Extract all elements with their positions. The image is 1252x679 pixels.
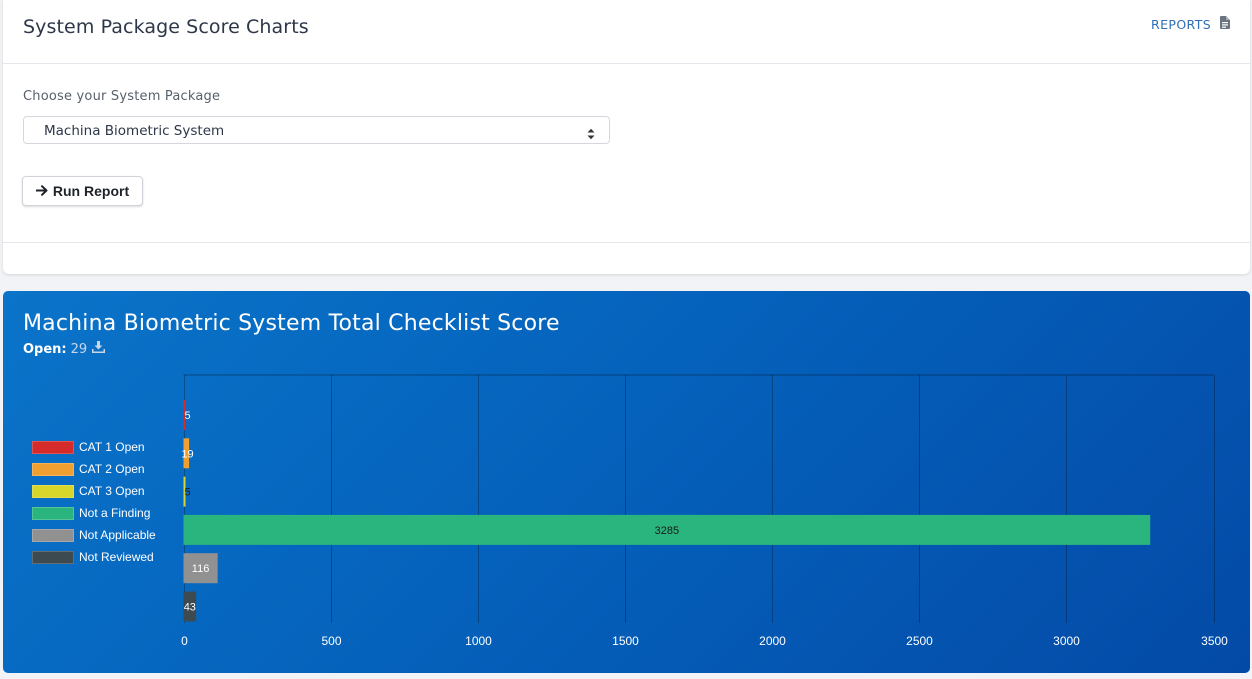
bar-value-label: 19 [181,448,193,460]
package-select-label: Choose your System Package [23,89,221,104]
bar-value-label: 5 [184,487,190,499]
reports-link[interactable]: REPORTS [1151,16,1231,32]
page-title: System Package Score Charts [23,16,309,38]
x-tick-label: 500 [321,634,341,648]
package-select-value: Machina Biometric System [44,123,225,139]
bar-value-label: 43 [184,602,196,614]
x-tick-label: 2500 [906,634,933,648]
x-tick-label: 3500 [1201,634,1228,648]
bar-value-label: 3285 [655,525,679,537]
run-report-button[interactable]: Run Report [22,176,143,206]
package-selection-card: System Package Score Charts REPORTS Choo… [3,0,1250,274]
select-chevron-icon [587,125,595,144]
reports-link-label: REPORTS [1151,16,1212,32]
x-tick-label: 3000 [1053,634,1080,648]
bar-chart-plot: 0 500 1000 1500 2000 2500 3000 3500 5 19 5 3285 116 4… [181,374,1228,648]
form-footer-divider [3,242,1250,243]
header-divider [3,63,1250,64]
checklist-score-chart-card: Machina Biometric System Total Checklist… [3,291,1250,673]
arrow-right-icon [35,183,48,199]
run-report-label: Run Report [52,183,130,199]
x-tick-label: 1500 [612,634,639,648]
bar-value-label: 116 [192,563,210,575]
package-select[interactable]: Machina Biometric System [23,116,610,144]
x-tick-label: 2000 [759,634,786,648]
document-icon [1220,16,1231,32]
x-tick-label: 1000 [465,634,492,648]
bar-value-label: 5 [184,410,190,422]
x-tick-label: 0 [181,634,188,648]
